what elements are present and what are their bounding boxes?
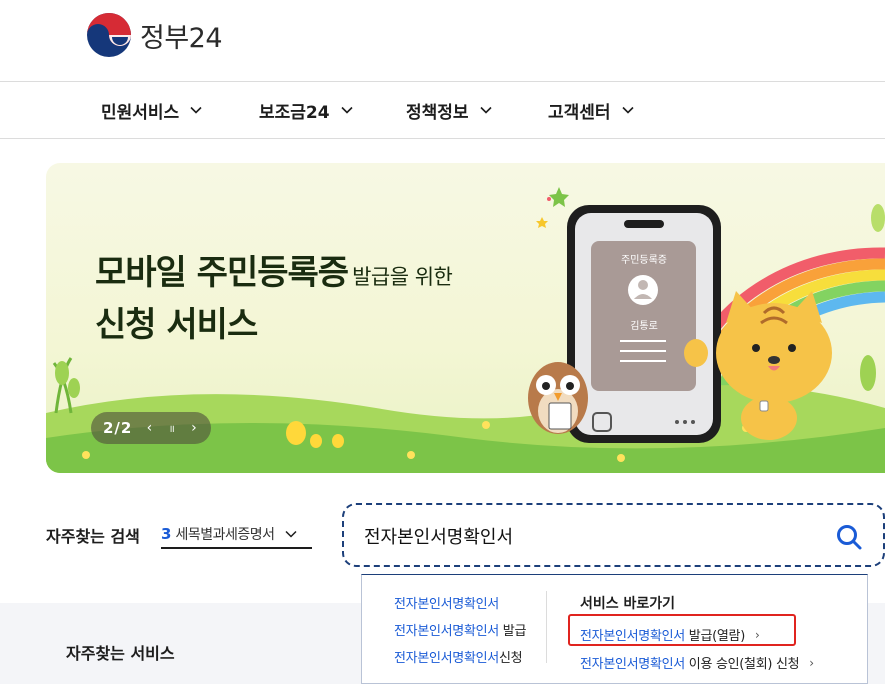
id-card-title: 주민등록증 (621, 255, 667, 266)
shortcut-suffix: 발급(열람) (684, 629, 746, 644)
banner-title: 모바일 주민등록증 발급을 위한 (95, 245, 453, 294)
banner-title-bold: 모바일 주민등록증 (95, 253, 349, 293)
suggestion-item[interactable]: 전자본인서명확인서 (394, 593, 526, 612)
frequent-search-label: 자주찾는 검색 (46, 527, 140, 546)
search-box (342, 503, 885, 567)
suggestion-suffix: 발급 (498, 624, 527, 639)
frequent-search-rank: 3 (161, 525, 172, 543)
main-nav: 민원서비스 보조금24 정책정보 고객센터 (0, 82, 885, 139)
search-autocomplete-dropdown: 전자본인서명확인서 전자본인서명확인서 발급 전자본인서명확인서신청 서비스 바… (361, 574, 868, 684)
shortcut-keyword: 전자본인서명확인서 (580, 629, 685, 644)
nav-item-policy[interactable]: 정책정보 (406, 82, 493, 138)
id-card-name: 김통로 (630, 321, 658, 332)
dropdown-divider (546, 591, 547, 663)
chevron-down-icon (190, 106, 202, 114)
chevron-down-icon (341, 106, 353, 114)
chevron-right-icon: › (809, 655, 814, 670)
logo-text: 정부24 (140, 22, 223, 54)
banner-pager: 2/2 ‹ ॥ › (91, 412, 211, 444)
service-shortcuts-title: 서비스 바로가기 (580, 596, 676, 612)
shortcut-keyword: 전자본인서명확인서 (580, 657, 685, 672)
nav-item-label: 고객센터 (548, 102, 611, 123)
frequent-search-term: 세목별과세증명서 (175, 527, 275, 543)
taegeuk-logo-icon (87, 13, 131, 57)
nav-item-subsidy[interactable]: 보조금24 (259, 82, 354, 138)
nav-item-label: 정책정보 (406, 102, 469, 123)
site-logo[interactable]: 정부24 (86, 12, 223, 58)
pager-count: 2/2 (103, 419, 133, 437)
shortcut-issue-link[interactable]: 전자본인서명확인서 발급(열람) › (580, 625, 814, 645)
suggestion-item[interactable]: 전자본인서명확인서신청 (394, 647, 526, 666)
chevron-down-icon (479, 106, 492, 114)
suggestion-keyword: 전자본인서명확인서 (394, 624, 499, 639)
shortcut-suffix: 이용 승인(철회) 신청 (684, 657, 800, 672)
chevron-down-icon (621, 106, 634, 114)
suggestion-item[interactable]: 전자본인서명확인서 발급 (394, 620, 526, 639)
suggestion-list: 전자본인서명확인서 전자본인서명확인서 발급 전자본인서명확인서신청 (394, 593, 526, 666)
main-banner[interactable]: 모바일 주민등록증 발급을 위한 신청 서비스 주민등록증 김통로 2/2 ‹ ॥… (46, 163, 885, 473)
chevron-right-icon: › (754, 627, 760, 642)
search-input[interactable] (364, 521, 824, 551)
nav-item-label: 보조금24 (259, 102, 330, 123)
chevron-down-icon (285, 530, 298, 538)
nav-item-label: 민원서비스 (101, 102, 180, 123)
nav-item-civil-service[interactable]: 민원서비스 (101, 82, 203, 138)
next-slide-icon[interactable]: › (189, 420, 199, 436)
pause-icon[interactable]: ॥ (167, 421, 177, 435)
site-header: 정부24 (0, 0, 885, 82)
prev-slide-icon[interactable]: ‹ (144, 420, 154, 436)
service-shortcuts: 서비스 바로가기 전자본인서명확인서 발급(열람) › 전자본인서명확인서 이용… (580, 593, 814, 681)
banner-title-small: 발급을 위한 (352, 265, 453, 289)
banner-subtitle: 신청 서비스 (95, 305, 258, 345)
shortcut-approval-link[interactable]: 전자본인서명확인서 이용 승인(철회) 신청 › (580, 653, 814, 673)
suggestion-suffix: 신청 (498, 651, 523, 666)
search-icon[interactable] (835, 523, 863, 551)
nav-item-customer-center[interactable]: 고객센터 (548, 82, 635, 138)
frequent-search-select[interactable]: 3 세목별과세증명서 (161, 521, 312, 549)
frequent-services-title: 자주찾는 서비스 (66, 644, 175, 663)
suggestion-keyword: 전자본인서명확인서 (394, 651, 499, 666)
suggestion-keyword: 전자본인서명확인서 (394, 597, 499, 612)
